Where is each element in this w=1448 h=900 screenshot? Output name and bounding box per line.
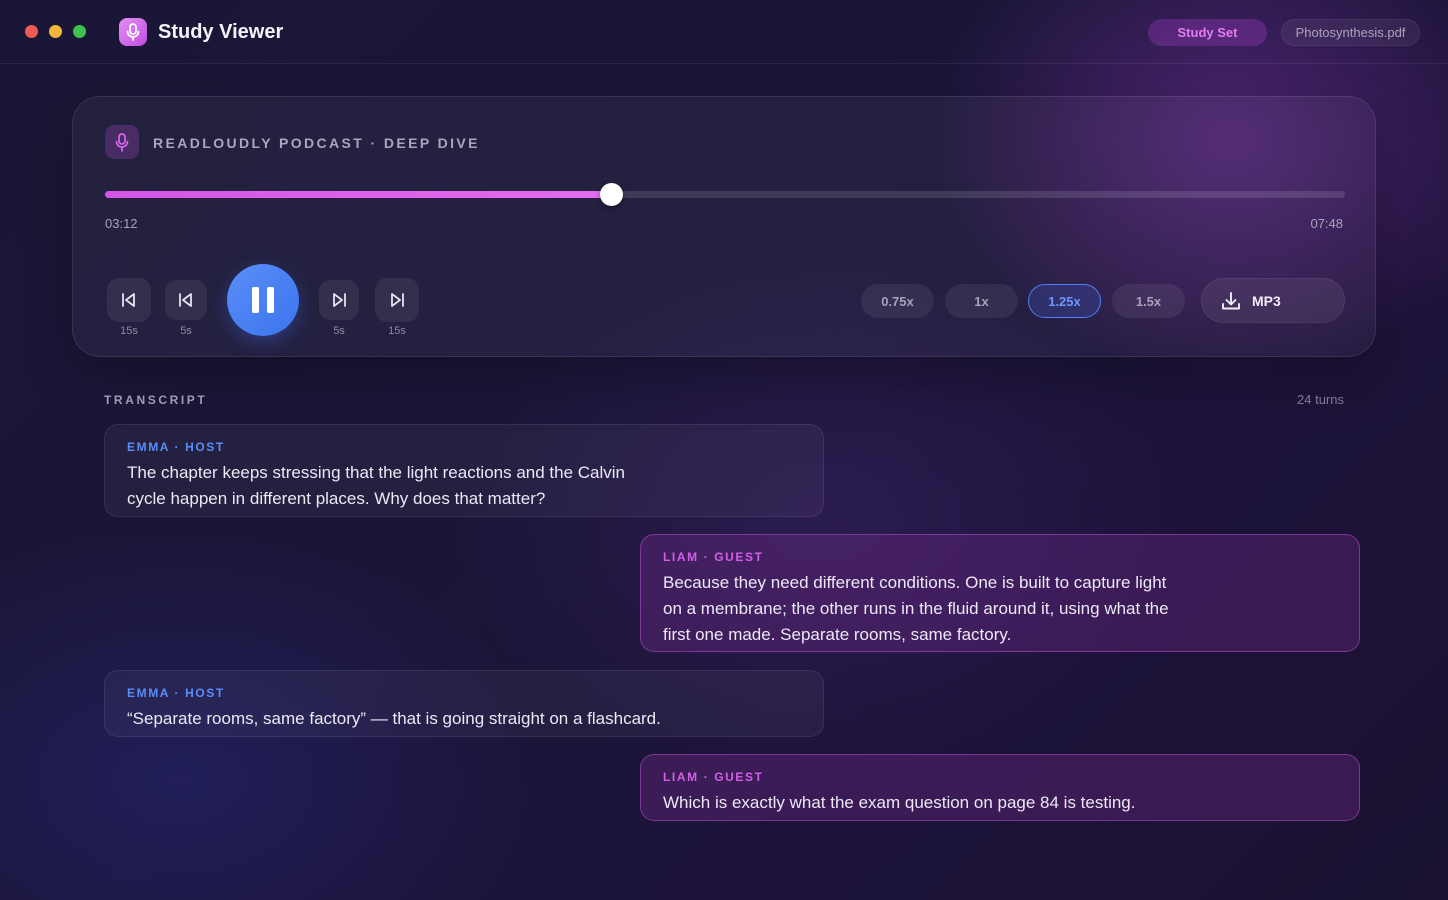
skip-forward-15-button[interactable] [375,278,419,322]
turn-text: “Separate rooms, same factory” — that is… [127,709,661,728]
close-window-button[interactable] [25,25,38,38]
tab-document[interactable]: Photosynthesis.pdf [1281,19,1420,46]
transcript-heading: TRANSCRIPT [104,393,208,407]
speaker-label: EMMA · HOST [127,440,225,454]
microphone-icon [119,18,147,46]
skip-back-5-label: 5s [180,325,192,337]
skip-back-5-button[interactable] [165,280,207,320]
minimize-window-button[interactable] [49,25,62,38]
speaker-label: LIAM · GUEST [663,550,764,564]
skip-back-15-label: 15s [120,325,138,337]
speed-option[interactable]: 1x [945,284,1018,318]
app-title: Study Viewer [158,21,284,43]
player-title: READLOUDLY PODCAST · DEEP DIVE [153,135,480,151]
speaker-label: LIAM · GUEST [663,770,764,784]
progress-handle[interactable] [599,183,623,206]
current-time: 03:12 [105,216,138,231]
transcript-turn[interactable]: EMMA · HOST The chapter keeps stressing … [104,424,824,517]
skip-back-icon [122,293,135,307]
turn-count: 24 turns [1297,392,1344,407]
skip-forward-15-label: 15s [388,325,406,337]
total-time: 07:48 [1310,216,1343,231]
tab-study-set[interactable]: Study Set [1148,19,1267,46]
skip-forward-icon [391,293,404,307]
skip-forward-5-label: 5s [333,325,345,337]
turn-text: Which is exactly what the exam question … [663,793,1136,812]
download-mp3-button[interactable]: MP3 [1201,278,1345,323]
speaker-label: EMMA · HOST [127,686,225,700]
speed-option[interactable]: 0.75x [861,284,934,318]
microphone-icon [105,125,139,159]
download-label: MP3 [1252,292,1281,309]
skip-forward-icon [333,293,346,307]
progress-slider[interactable] [105,183,1345,206]
title-bar: Study Viewer Study Set Photosynthesis.pd… [0,0,1448,64]
skip-back-icon [179,293,192,307]
maximize-window-button[interactable] [73,25,86,38]
download-icon [1222,291,1240,309]
speed-option-active[interactable]: 1.25x [1028,284,1101,318]
skip-back-15-button[interactable] [107,278,151,322]
transcript-turn[interactable]: EMMA · HOST “Separate rooms, same factor… [104,670,824,737]
skip-forward-5-button[interactable] [319,280,359,320]
transcript-turn[interactable]: LIAM · GUEST Because they need different… [640,534,1360,652]
podcast-player: READLOUDLY PODCAST · DEEP DIVE 03:12 07:… [72,96,1376,357]
pause-button[interactable] [227,264,299,336]
speed-option[interactable]: 1.5x [1112,284,1185,318]
transcript-turn[interactable]: LIAM · GUEST Which is exactly what the e… [640,754,1360,821]
progress-fill [105,191,611,198]
pause-icon [252,287,274,313]
turn-text: Because they need different conditions. … [663,573,1169,644]
turn-text: The chapter keeps stressing that the lig… [127,463,626,508]
